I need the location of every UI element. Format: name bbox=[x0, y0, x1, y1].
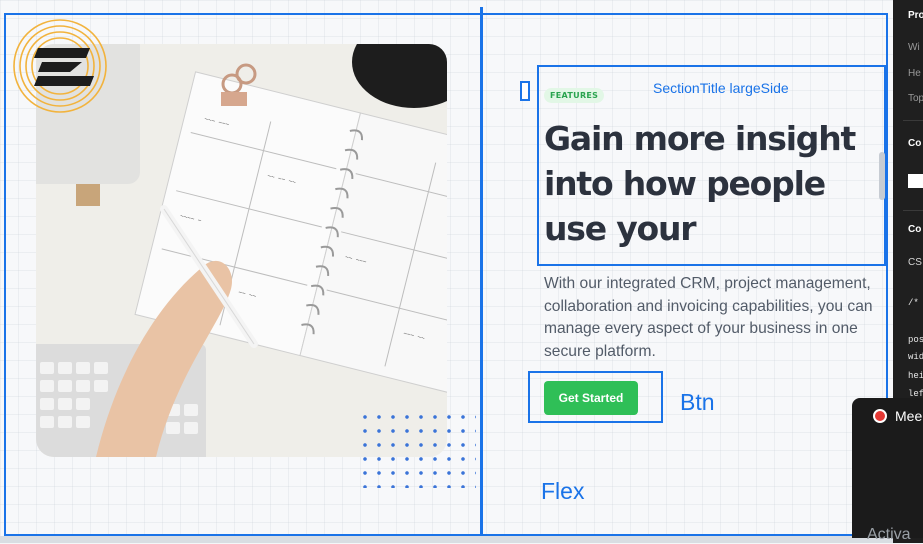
bottom-scrollbar-track[interactable] bbox=[0, 536, 893, 543]
brand-logo-icon bbox=[13, 19, 107, 113]
record-icon bbox=[873, 409, 887, 423]
top-label: Top bbox=[908, 93, 923, 104]
btn-annotation: Btn bbox=[680, 389, 715, 415]
code-line-position: pos bbox=[908, 335, 923, 345]
panel-divider bbox=[903, 120, 923, 121]
code-line-height: hei bbox=[908, 371, 923, 381]
windows-activation-watermark: Activa bbox=[867, 526, 911, 543]
resize-handle[interactable] bbox=[520, 81, 530, 101]
width-label: Wi bbox=[908, 42, 920, 53]
features-tag: FEATURES bbox=[544, 88, 605, 103]
panel-divider bbox=[903, 210, 923, 211]
code-line-width: wid bbox=[908, 352, 923, 362]
decorative-dot-grid bbox=[358, 410, 476, 488]
hero-headline: Gain more insight into how people use yo… bbox=[544, 119, 856, 248]
panel-section-1: Co bbox=[908, 138, 922, 149]
section-title-annotation: SectionTitle largeSide bbox=[653, 80, 789, 96]
hero-description: With our integrated CRM, project managem… bbox=[544, 275, 873, 360]
height-label: He bbox=[908, 68, 921, 79]
canvas-scrollbar[interactable] bbox=[879, 152, 885, 200]
panel-header: Pro bbox=[908, 10, 923, 21]
flex-annotation: Flex bbox=[541, 478, 585, 504]
meet-label: Mee bbox=[895, 408, 923, 424]
panel-section-2: Co bbox=[908, 224, 922, 235]
get-started-button[interactable]: Get Started bbox=[544, 381, 638, 415]
code-comment: /* bbox=[908, 298, 919, 308]
column-divider-guide bbox=[480, 7, 483, 537]
color-swatch[interactable] bbox=[908, 174, 923, 188]
css-label: CS bbox=[908, 257, 922, 268]
